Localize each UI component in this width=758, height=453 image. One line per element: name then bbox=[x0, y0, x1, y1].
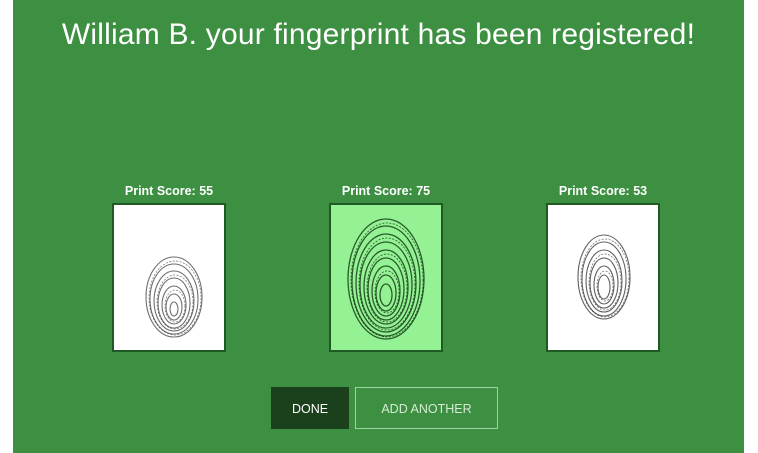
fingerprint-icon bbox=[577, 234, 631, 320]
add-another-button[interactable]: ADD ANOTHER bbox=[355, 387, 498, 429]
page-title: William B. your fingerprint has been reg… bbox=[61, 18, 696, 51]
fingerprint-frame[interactable] bbox=[112, 203, 226, 352]
fingerprint-icon bbox=[347, 218, 425, 340]
print-card-2[interactable]: Print Score: 75 bbox=[324, 183, 448, 352]
print-score-label: Print Score: 53 bbox=[558, 184, 648, 198]
print-score-label: Print Score: 55 bbox=[124, 184, 214, 198]
fingerprint-frame-selected[interactable] bbox=[329, 203, 443, 352]
fingerprint-icon bbox=[145, 256, 203, 338]
print-card-1[interactable]: Print Score: 55 bbox=[107, 183, 231, 352]
done-button[interactable]: DONE bbox=[271, 387, 349, 429]
print-card-3[interactable]: Print Score: 53 bbox=[541, 183, 665, 352]
fingerprint-frame[interactable] bbox=[546, 203, 660, 352]
registration-panel: William B. your fingerprint has been reg… bbox=[13, 0, 744, 453]
print-score-label: Print Score: 75 bbox=[341, 184, 431, 198]
